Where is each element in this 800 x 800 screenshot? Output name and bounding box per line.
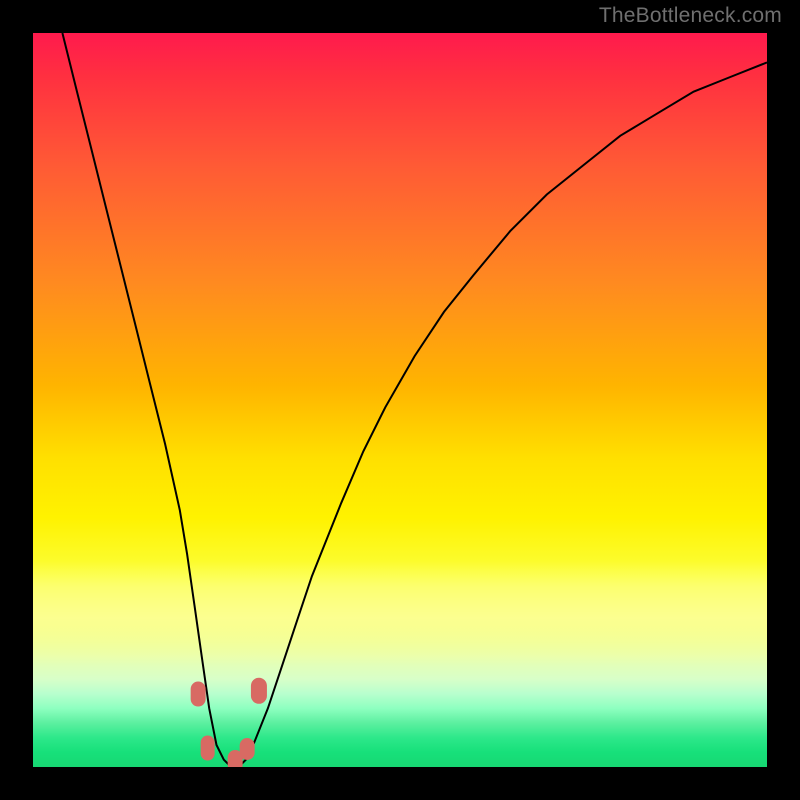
plot-area <box>33 33 767 767</box>
chart-frame: TheBottleneck.com <box>0 0 800 800</box>
bottleneck-curve <box>33 33 767 767</box>
watermark-text: TheBottleneck.com <box>599 4 782 28</box>
curve-path <box>62 33 767 767</box>
curve-marker-0 <box>191 681 206 706</box>
curve-marker-1 <box>200 735 215 760</box>
curve-marker-4 <box>251 677 267 703</box>
curve-marker-3 <box>240 738 255 760</box>
